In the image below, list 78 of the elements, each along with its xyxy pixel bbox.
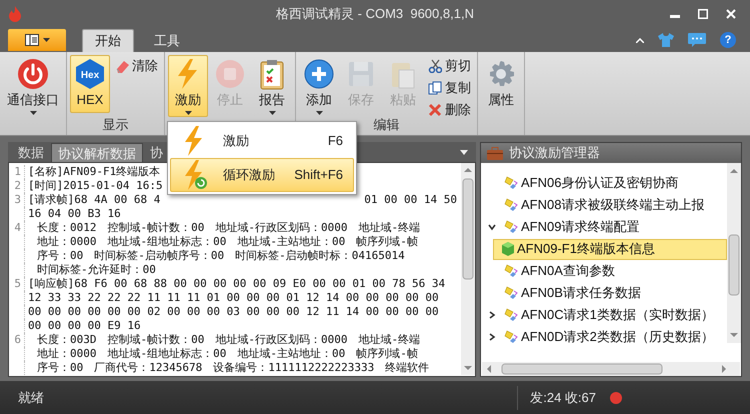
tree-item[interactable]: AFN09-F1终端版本信息 xyxy=(493,238,727,260)
ribbon-button[interactable]: Hex HEX xyxy=(70,55,110,113)
document-tab[interactable]: 数据 xyxy=(12,143,50,162)
node-icon xyxy=(504,264,518,278)
chat-icon xyxy=(688,33,706,47)
group-label: 编辑 xyxy=(374,117,400,133)
text-line: 地址：0000 地址域-组地址标志：00 地址域-主站地址：00 帧序列域-帧 xyxy=(37,347,418,361)
node-icon xyxy=(504,220,518,234)
tree-item[interactable]: AFN0A查询参数 xyxy=(503,260,727,282)
help-button[interactable]: ? xyxy=(720,32,736,48)
window-title: 格西调试精灵 - COM3 9600,8,1,N xyxy=(276,6,474,22)
node-icon xyxy=(504,198,518,212)
maximize-icon xyxy=(698,9,708,19)
collapse-icon xyxy=(636,38,644,42)
close-icon xyxy=(726,9,736,19)
ribbon-button[interactable]: 复制 xyxy=(425,77,474,98)
text-line: 地址：0000 地址域-组地址标志：00 地址域-主站地址：00 帧序列域-帧 xyxy=(37,235,418,249)
text-line: 00 00 00 00 00 00 02 00 00 00 03 00 00 00 12 11 14 00 00 00 00 xyxy=(28,305,439,319)
status-dot-icon xyxy=(610,392,622,404)
text-line: 12 33 33 22 22 22 11 11 11 01 00 00 00 01 12 14 00 00 00 00 00 xyxy=(28,291,439,305)
caret-icon xyxy=(184,111,192,115)
panel-icon xyxy=(24,34,38,46)
flame-icon xyxy=(8,6,22,22)
ribbon-icon: Hex xyxy=(74,58,106,90)
shirt-icon xyxy=(658,33,674,47)
text-line: 序号：00 厂商代号：12345678 设备编号：1111112222223333 终端软件 xyxy=(37,361,430,375)
line-number: 6 xyxy=(14,333,21,346)
tree-item[interactable]: AFN09请求终端配置 xyxy=(503,216,727,238)
line-number: 4 xyxy=(14,221,21,234)
tree-item[interactable]: AFN0B请求任务数据 xyxy=(503,282,727,304)
ribbon-button[interactable]: 清除 xyxy=(112,55,161,76)
ribbon-button[interactable]: 报告 xyxy=(252,55,292,117)
ribbon-tab[interactable]: 开始 xyxy=(82,29,134,52)
text-line: [名称]AFN09-F1终端版本 xyxy=(28,165,160,179)
caret-icon xyxy=(268,111,276,115)
application-menu-button[interactable] xyxy=(8,29,66,51)
gem-icon xyxy=(502,242,514,256)
caret-icon xyxy=(30,111,36,115)
group-label: 显示 xyxy=(102,117,128,133)
ribbon-button[interactable]: 删除 xyxy=(425,99,474,120)
text-line: 序号：00 时间标签-启动帧序号：00 时间标签-启动帧时标：04165014 xyxy=(37,249,405,263)
status-counts: 发:24 收:67 xyxy=(530,388,596,407)
caret-icon xyxy=(42,38,50,42)
ribbon-button[interactable]: 激励 xyxy=(168,55,208,117)
node-icon xyxy=(504,286,518,300)
node-icon xyxy=(504,176,518,190)
text-line: 时间标签-允许延时：00 xyxy=(37,263,156,277)
ribbon-button[interactable]: 属性 xyxy=(481,55,521,113)
text-line: [时间]2015-01-04 16:5 xyxy=(28,179,163,193)
node-icon xyxy=(504,330,518,344)
ribbon-button[interactable]: 剪切 xyxy=(425,55,474,76)
dropdown-icon xyxy=(460,150,468,154)
node-icon xyxy=(504,308,518,322)
menu-item[interactable]: 循环激励 Shift+F6 xyxy=(170,158,354,192)
status-text: 就绪 xyxy=(18,388,44,407)
line-number: 1 xyxy=(14,165,21,178)
text-line: 00 00 00 00 E9 16 xyxy=(28,319,141,333)
line-number: 2 xyxy=(14,179,21,192)
text-line: [响应帧]68 F6 00 68 88 00 00 00 00 00 09 E0 00 00 01 00 78 56 34 xyxy=(28,277,446,291)
ribbon-button[interactable]: 通信接口 xyxy=(3,55,63,117)
briefcase-icon xyxy=(487,146,503,160)
menu-item[interactable]: 激励 F6 xyxy=(170,124,354,158)
tree-item[interactable]: AFN08请求被级联终端主动上报 xyxy=(503,194,727,216)
ribbon-tab[interactable]: 工具 xyxy=(138,29,196,52)
text-line: 长度：0012 控制域-帧计数：00 地址域-行政区划码：0000 地址域-终端 xyxy=(37,221,420,235)
text-line: [请求帧]68 4A 00 68 4 xyxy=(28,193,160,207)
line-number: 3 xyxy=(14,193,21,206)
text-line: 01 00 00 14 50 xyxy=(364,193,458,207)
line-number: 5 xyxy=(14,277,21,290)
caret-icon xyxy=(316,111,322,115)
tree-item[interactable]: AFN0C请求1类数据（实时数据） xyxy=(503,304,727,326)
tree-item[interactable]: AFN0D请求2类数据（历史数据） xyxy=(503,326,727,348)
tree-item[interactable]: AFN06身份认证及密钥协商 xyxy=(503,172,727,194)
panel-title: 协议激励管理器 xyxy=(509,144,600,162)
document-tab[interactable]: 协 xyxy=(144,143,169,162)
text-line: 16 04 00 B3 16 xyxy=(28,207,121,221)
text-line: 长度：003D 控制域-帧计数：00 地址域-行政区划码：0000 地址域-终端 xyxy=(37,333,420,347)
ribbon-button[interactable]: 添加 xyxy=(299,55,339,117)
